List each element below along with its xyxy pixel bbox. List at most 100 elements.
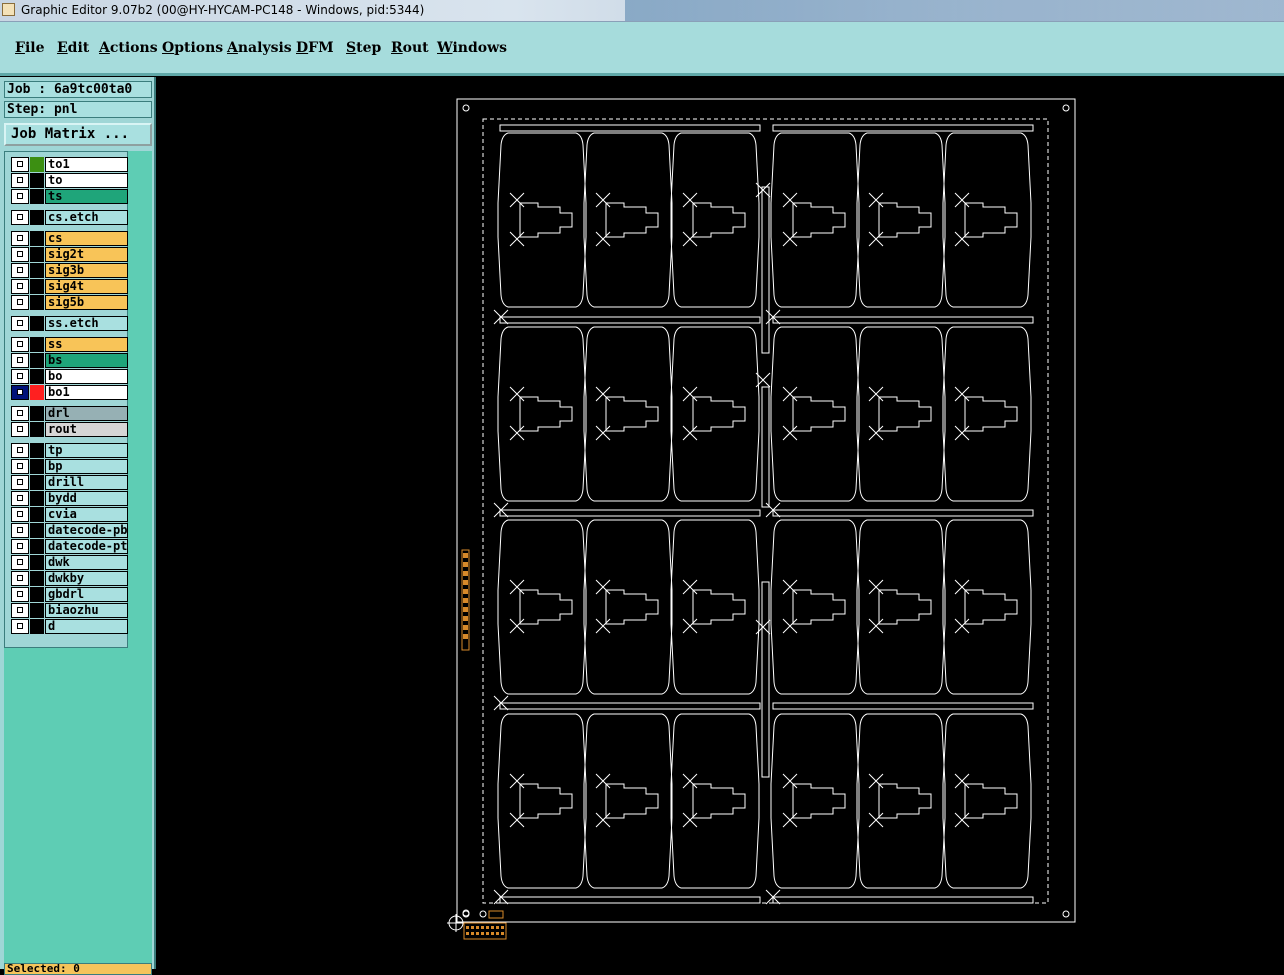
layer-color-swatch[interactable] — [30, 603, 44, 618]
layer-color-swatch[interactable] — [30, 491, 44, 506]
layer-checkbox[interactable] — [11, 422, 29, 437]
layer-name[interactable]: datecode-pbc — [45, 523, 128, 538]
layer-name[interactable]: drl — [45, 406, 128, 421]
layer-color-swatch[interactable] — [30, 173, 44, 188]
layer-color-swatch[interactable] — [30, 507, 44, 522]
layer-name[interactable]: cs — [45, 231, 128, 246]
layer-name[interactable]: sig4t — [45, 279, 128, 294]
layer-name[interactable]: gbdrl — [45, 587, 128, 602]
layer-checkbox[interactable] — [11, 406, 29, 421]
layer-color-swatch[interactable] — [30, 279, 44, 294]
layer-name[interactable]: rout — [45, 422, 128, 437]
layer-checkbox[interactable] — [11, 603, 29, 618]
layer-checkbox[interactable] — [11, 443, 29, 458]
panel-drawing[interactable] — [156, 77, 1284, 969]
layer-name[interactable]: sig5b — [45, 295, 128, 310]
layer-checkbox[interactable] — [11, 369, 29, 384]
layer-name[interactable]: drill — [45, 475, 128, 490]
layer-checkbox[interactable] — [11, 157, 29, 172]
menu-options[interactable]: Options — [162, 40, 223, 56]
layer-color-swatch[interactable] — [30, 353, 44, 368]
layer-name[interactable]: ts — [45, 189, 128, 204]
layer-name[interactable]: bs — [45, 353, 128, 368]
layer-checkbox[interactable] — [11, 353, 29, 368]
layer-name[interactable]: cs.etch — [45, 210, 128, 225]
layer-color-swatch[interactable] — [30, 210, 44, 225]
pcb-unit-connector — [519, 783, 573, 819]
layer-name[interactable]: sig2t — [45, 247, 128, 262]
layer-color-swatch[interactable] — [30, 523, 44, 538]
layer-name[interactable]: ss — [45, 337, 128, 352]
layer-checkbox[interactable] — [11, 475, 29, 490]
layer-name[interactable]: dwkby — [45, 571, 128, 586]
layer-name[interactable]: ss.etch — [45, 316, 128, 331]
layer-checkbox[interactable] — [11, 247, 29, 262]
datecode-marker-cell — [463, 571, 468, 576]
layer-checkbox[interactable] — [11, 295, 29, 310]
layer-color-swatch[interactable] — [30, 385, 44, 400]
layer-checkbox[interactable] — [11, 619, 29, 634]
layer-checkbox[interactable] — [11, 491, 29, 506]
layer-checkbox[interactable] — [11, 337, 29, 352]
menu-windows[interactable]: Windows — [437, 40, 507, 56]
layer-color-swatch[interactable] — [30, 443, 44, 458]
layer-color-swatch[interactable] — [30, 619, 44, 634]
menu-analysis[interactable]: Analysis — [227, 40, 292, 56]
layer-name[interactable]: bo1 — [45, 385, 128, 400]
layer-name[interactable]: d — [45, 619, 128, 634]
layer-name[interactable]: to1 — [45, 157, 128, 172]
layer-checkbox[interactable] — [11, 316, 29, 331]
layer-color-swatch[interactable] — [30, 247, 44, 262]
layer-name[interactable]: dwk — [45, 555, 128, 570]
layer-color-swatch[interactable] — [30, 539, 44, 554]
layer-checkbox[interactable] — [11, 571, 29, 586]
layer-name[interactable]: sig3b — [45, 263, 128, 278]
layer-name[interactable]: bo — [45, 369, 128, 384]
layer-color-swatch[interactable] — [30, 263, 44, 278]
layer-checkbox[interactable] — [11, 210, 29, 225]
datecode-marker-cell — [463, 562, 468, 567]
layer-color-swatch[interactable] — [30, 316, 44, 331]
layer-checkbox[interactable] — [11, 173, 29, 188]
layer-name[interactable]: cvia — [45, 507, 128, 522]
layer-checkbox[interactable] — [11, 263, 29, 278]
menu-dfm[interactable]: DFM — [296, 40, 334, 56]
layer-color-swatch[interactable] — [30, 337, 44, 352]
layer-name[interactable]: bp — [45, 459, 128, 474]
layer-checkbox[interactable] — [11, 231, 29, 246]
layer-name[interactable]: datecode-ptc — [45, 539, 128, 554]
layer-checkbox[interactable] — [11, 523, 29, 538]
layer-color-swatch[interactable] — [30, 157, 44, 172]
layer-name[interactable]: to — [45, 173, 128, 188]
layer-checkbox[interactable] — [11, 189, 29, 204]
layer-color-swatch[interactable] — [30, 422, 44, 437]
menu-edit[interactable]: Edit — [57, 40, 89, 56]
layer-color-swatch[interactable] — [30, 475, 44, 490]
layer-color-swatch[interactable] — [30, 231, 44, 246]
layer-color-swatch[interactable] — [30, 406, 44, 421]
menu-rout[interactable]: Rout — [391, 40, 429, 56]
layer-color-swatch[interactable] — [30, 459, 44, 474]
layer-checkbox[interactable] — [11, 539, 29, 554]
layer-checkbox[interactable] — [11, 507, 29, 522]
menu-step[interactable]: Step — [346, 40, 381, 56]
layer-color-swatch[interactable] — [30, 555, 44, 570]
layer-name[interactable]: tp — [45, 443, 128, 458]
layer-name[interactable]: biaozhu — [45, 603, 128, 618]
layer-checkbox[interactable] — [11, 587, 29, 602]
layer-checkbox[interactable] — [11, 555, 29, 570]
menu-actions[interactable]: Actions — [99, 40, 158, 56]
layer-color-swatch[interactable] — [30, 189, 44, 204]
job-matrix-button[interactable]: Job Matrix ... — [4, 123, 152, 146]
layer-color-swatch[interactable] — [30, 295, 44, 310]
layer-name[interactable]: bydd — [45, 491, 128, 506]
menu-file[interactable]: File — [15, 40, 45, 56]
layer-color-swatch[interactable] — [30, 369, 44, 384]
layer-checkbox[interactable] — [11, 279, 29, 294]
graphic-canvas[interactable] — [156, 77, 1284, 969]
layer-checkbox[interactable] — [11, 459, 29, 474]
layer-color-swatch[interactable] — [30, 587, 44, 602]
layer-checkbox[interactable] — [11, 385, 29, 400]
layer-color-swatch[interactable] — [30, 571, 44, 586]
pcb-unit-connector — [878, 783, 932, 819]
